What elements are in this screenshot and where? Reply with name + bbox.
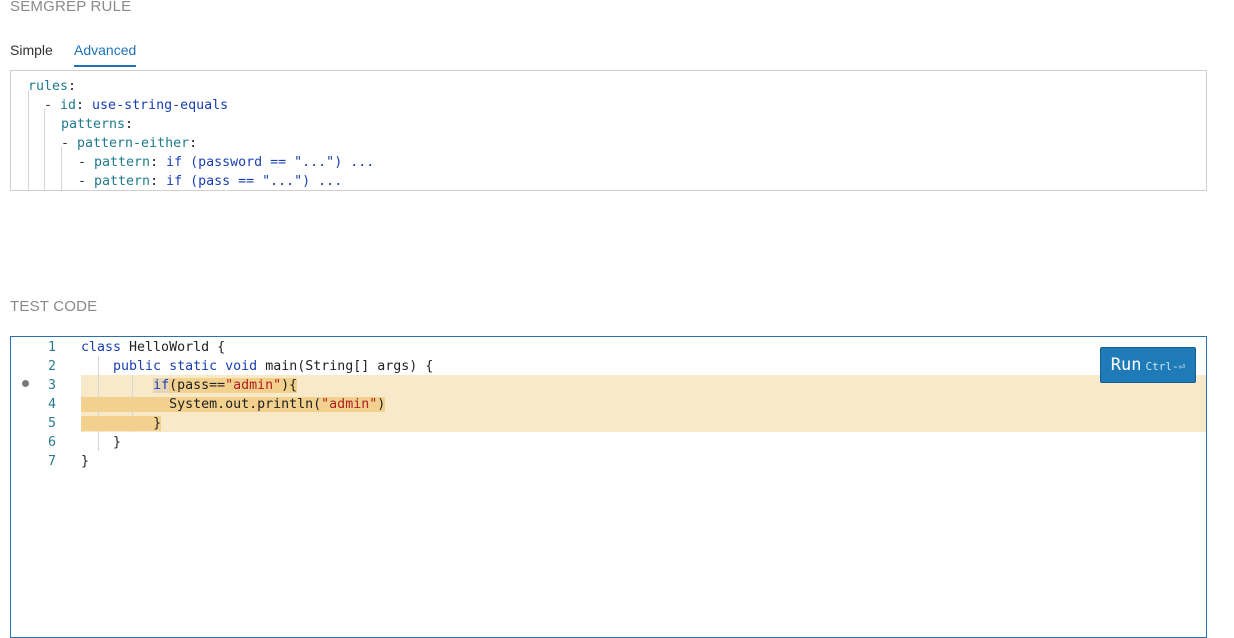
line-number: 5: [47, 416, 56, 431]
semgrep-rule-title: SEMGREP RULE: [10, 0, 132, 15]
yaml-line-4: - pattern-either:: [61, 136, 198, 151]
indent-guide: [44, 109, 45, 190]
line-number: 1: [47, 340, 56, 355]
line-number: 3: [47, 378, 56, 393]
code-line-4: System.out.println("admin"): [81, 395, 386, 414]
indent-guide: [61, 147, 62, 190]
run-shortcut-hint: Ctrl-⏎: [1145, 360, 1186, 373]
line-number: 7: [47, 454, 56, 469]
code-line-1: class HelloWorld {: [81, 340, 226, 355]
test-code-editor[interactable]: 1 2 3 4 5 6 7 class HelloWorld { public …: [10, 336, 1207, 638]
line-number: 2: [47, 359, 56, 374]
code-line-7: }: [81, 454, 90, 469]
code-line-2: public static void main(String[] args) {: [113, 359, 434, 374]
yaml-line-2: - id: use-string-equals: [44, 98, 229, 113]
run-button-label: Run: [1110, 355, 1142, 375]
line-number: 4: [47, 397, 56, 412]
rule-yaml-editor[interactable]: rules: - id: use-string-equals patterns:…: [10, 70, 1207, 191]
line-number: 6: [47, 435, 56, 450]
run-button[interactable]: Run Ctrl-⏎: [1100, 347, 1196, 383]
tab-advanced[interactable]: Advanced: [74, 40, 137, 67]
test-code-title: TEST CODE: [10, 298, 98, 315]
code-line-6: }: [113, 435, 122, 450]
tab-simple[interactable]: Simple: [10, 40, 53, 65]
yaml-line-1: rules:: [28, 79, 77, 94]
code-line-3: if(pass=="admin"){: [153, 378, 298, 393]
yaml-line-3: patterns:: [61, 117, 134, 132]
yaml-line-6: - pattern: if (pass == "...") ...: [78, 174, 343, 189]
indent-guide: [28, 90, 29, 190]
code-line-5: }: [81, 414, 162, 433]
yaml-line-5: - pattern: if (password == "...") ...: [78, 155, 375, 170]
